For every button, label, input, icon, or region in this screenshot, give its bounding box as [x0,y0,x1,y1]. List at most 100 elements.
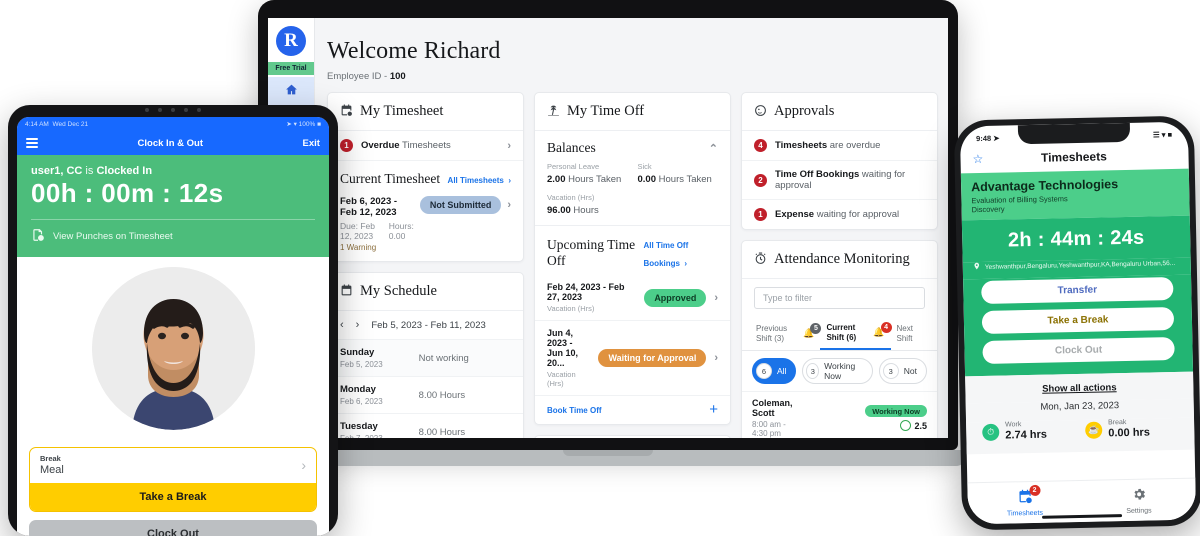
take-a-break-button[interactable]: Take a Break [981,306,1175,335]
balances-grid: Personal Leave 2.00 Hours Taken Sick 0.0… [535,158,730,193]
card-my-timesheet: My Timesheet 1 Overdue Timesheets › Curr… [327,92,524,262]
chevron-right-icon: › [507,199,511,211]
balance-item: Sick 0.00 Hours Taken [637,162,712,185]
card-approvals: Approvals 4 Timesheets are overdue 2 Tim… [741,92,938,230]
tab-current-shift[interactable]: Current Shift (6) 🔔 4 [820,317,892,350]
app-content: Welcome Richard Employee ID - 100 My Tim… [315,18,948,438]
break-value: Meal [40,464,64,476]
stat-work: ⏱ Work 2.74 hrs [982,420,1075,442]
balances-header[interactable]: Balances ⌃ [535,131,730,158]
card-header: $ Expenses [535,436,730,438]
take-a-break-button[interactable]: Take a Break [30,483,316,511]
overdue-timesheets-row[interactable]: 1 Overdue Timesheets › [328,131,523,161]
attendance-status: Working Now 2.5 [865,405,927,431]
prev-week-button[interactable]: ‹ [340,319,344,331]
card-title: My Time Off [567,103,645,119]
status-badge: Approved [644,288,707,307]
status-icons: ☰ ▾ ■ [1152,129,1173,139]
tab-previous-shift[interactable]: Previous Shift (3) 🔔 5 [750,317,822,350]
tab-settings[interactable]: Settings [1081,486,1196,516]
approval-label: Timesheets are overdue [775,140,881,151]
break-selector[interactable]: Break Meal › Take a Break [29,447,317,512]
schedule-value: Not working [418,352,469,364]
bell-icon: 🔔 5 [803,323,822,339]
card-my-schedule: My Schedule ‹ › Feb 5, 2023 - Feb 11, 20… [327,272,524,438]
balance-item: Vacation (Hrs) 96.00 Hours [547,193,599,216]
approval-count-badge: 1 [754,208,767,221]
schedule-value: 8.00 Hours [418,426,466,438]
break-type-row[interactable]: Break Meal › [30,448,316,483]
table-row[interactable]: Tuesday Feb 7, 2023 8.00 Hours [328,414,523,438]
hamburger-icon[interactable] [26,138,38,148]
approval-row[interactable]: 1 Expense waiting for approval [742,200,937,229]
phone-elapsed-timer: 2h : 44m : 24s [961,215,1191,263]
table-row[interactable]: Sunday Feb 5, 2023 Not working [328,340,523,377]
elapsed-timer: 00h : 00m : 12s [31,178,224,208]
avatar [91,266,255,430]
booking-info: Jun 4, 2023 - Jun 10, 20... Vacation (Hr… [547,328,579,388]
schedule-day: Tuesday Feb 7, 2023 [340,421,383,438]
clock-out-button[interactable]: Clock Out [29,520,317,536]
book-time-off-link[interactable]: Book Time Off [547,406,602,415]
status-badge: Working Now [865,405,927,417]
transfer-button[interactable]: Transfer [981,276,1174,305]
approval-row[interactable]: 2 Time Off Bookings waiting for approval [742,161,937,200]
employee-avatar-area [17,257,329,439]
phone-action-buttons: Transfer Take a Break Clock Out [963,274,1194,377]
all-bookings-link[interactable]: All Time Off Bookings › [644,235,718,271]
employee-info: Coleman, Scott 8:00 am - 4:30 pm [752,398,793,438]
card-header: Attendance Monitoring [742,241,937,279]
tab-next-shift[interactable]: Next Shift [891,317,929,350]
timesheet-clock-icon [31,228,45,245]
next-week-button[interactable]: › [356,319,360,331]
exit-button[interactable]: Exit [303,138,320,149]
tab-timesheets[interactable]: 2 Timesheets [967,484,1082,518]
app-logo[interactable]: R [276,26,306,56]
booking-info: Feb 24, 2023 - Feb 27, 2023 Vacation (Hr… [547,282,625,313]
overdue-label: Overdue Timesheets [361,140,451,151]
promo-device-mockup: R Free Trial Welcome Richard Employee ID… [0,0,1200,536]
star-outline-icon[interactable]: ☆ [972,152,983,166]
free-trial-badge: Free Trial [268,62,314,75]
clock-out-button[interactable]: Clock Out [982,336,1175,365]
card-title: My Schedule [360,283,437,299]
filter-input[interactable]: Type to filter [754,287,925,309]
plus-icon[interactable]: + [709,402,718,417]
time-off-booking-row[interactable]: Feb 24, 2023 - Feb 27, 2023 Vacation (Hr… [535,275,730,321]
status-icons: ➤ ▾ 100% ■ [286,121,321,128]
chevron-up-icon[interactable]: ⌃ [709,142,718,155]
segment-all[interactable]: 6 All [752,358,797,384]
chevron-right-icon: › [714,352,718,364]
stat-break: ☕ Break 0.00 hrs [1085,418,1178,440]
table-row[interactable]: Coleman, Scott 8:00 am - 4:30 pm Working… [742,392,937,438]
schedule-day: Sunday Feb 5, 2023 [340,347,383,369]
schedule-week-nav: ‹ › Feb 5, 2023 - Feb 11, 2023 [328,311,523,340]
book-time-off-row[interactable]: Book Time Off + [535,396,730,424]
employee-id-value: 100 [389,71,406,82]
company-name: Advantage Technologies [970,177,1119,195]
card-title: Approvals [774,103,835,119]
laptop-bezel: R Free Trial Welcome Richard Employee ID… [258,0,958,450]
shift-tabs: Previous Shift (3) 🔔 5 Current Shift (6)… [742,317,937,351]
dashboard-columns: My Timesheet 1 Overdue Timesheets › Curr… [327,92,938,438]
segment-working-now[interactable]: 3 Working Now [802,358,873,384]
segment-not-working[interactable]: 3 Not [878,358,927,384]
all-timesheets-link[interactable]: All Timesheets › [448,170,511,188]
gear-icon [1131,487,1146,505]
timesheet-warning: 1 Warning [340,243,377,252]
location-text: Yeshwanthpur,Bengaluru,Yeshwanthpur,KA,B… [984,259,1176,271]
tablet-nav-title: Clock In & Out [137,137,203,149]
schedule-day: Monday Feb 6, 2023 [340,384,383,406]
table-row[interactable]: Monday Feb 6, 2023 8.00 Hours [328,377,523,414]
current-timesheet-body[interactable]: Feb 6, 2023 - Feb 12, 2023 Due: Feb 12, … [340,196,511,252]
schedule-value: 8.00 Hours [418,389,466,401]
timesheet-icon: 2 [1017,484,1041,507]
sidebar-item-home[interactable] [268,77,314,107]
approval-row[interactable]: 4 Timesheets are overdue [742,131,937,161]
view-punches-link[interactable]: View Punches on Timesheet [31,219,315,245]
status-badge: Not Submitted [419,196,502,214]
tablet-screen: 4:14 AM Wed Dec 21 ➤ ▾ 100% ■ Clock In &… [17,117,329,536]
location-arrow-icon: ➤ [993,133,1000,143]
phone-nav-title: Timesheets [1040,149,1107,165]
time-off-booking-row[interactable]: Jun 4, 2023 - Jun 10, 20... Vacation (Hr… [535,321,730,396]
